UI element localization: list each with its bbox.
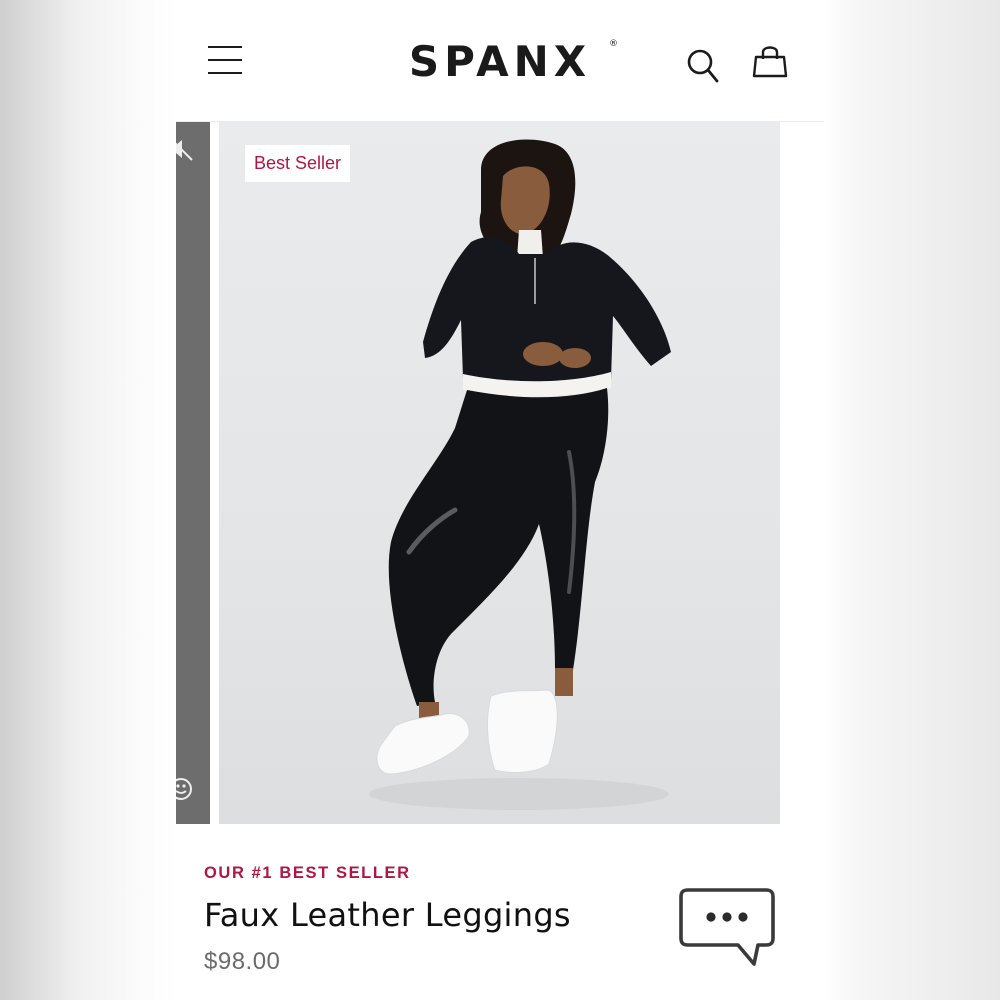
model-photo (369, 139, 671, 810)
mute-icon[interactable] (176, 136, 194, 162)
product-eyebrow: OUR #1 BEST SELLER (204, 864, 411, 882)
brand-logo[interactable]: SPANX ® (384, 37, 618, 86)
search-button[interactable] (686, 46, 722, 86)
product-image-carousel[interactable]: Best Seller (176, 122, 824, 824)
chat-button[interactable] (678, 886, 776, 968)
search-icon (687, 49, 719, 83)
brand-logo-text: SPANX (408, 37, 592, 86)
face-icon[interactable] (176, 776, 194, 802)
best-seller-badge: Best Seller (245, 145, 351, 182)
shopping-bag-icon (752, 46, 788, 78)
product-hero-image[interactable]: Best Seller (219, 122, 780, 824)
product-info: OUR #1 BEST SELLER Faux Leather Leggings… (176, 824, 824, 1000)
chat-bubble-icon (679, 888, 775, 966)
product-title[interactable]: Faux Leather Leggings (204, 896, 571, 934)
hamburger-menu-icon (208, 46, 242, 48)
menu-button[interactable] (208, 46, 242, 76)
cart-button[interactable] (750, 42, 790, 82)
product-price: $98.00 (204, 948, 281, 975)
previous-slide-preview[interactable] (176, 122, 210, 824)
phone-screen: SPANX ® Best Seller OUR #1 BEST SELLER F… (176, 0, 824, 1000)
registered-mark: ® (609, 39, 618, 49)
top-nav-bar: SPANX ® (176, 0, 824, 122)
